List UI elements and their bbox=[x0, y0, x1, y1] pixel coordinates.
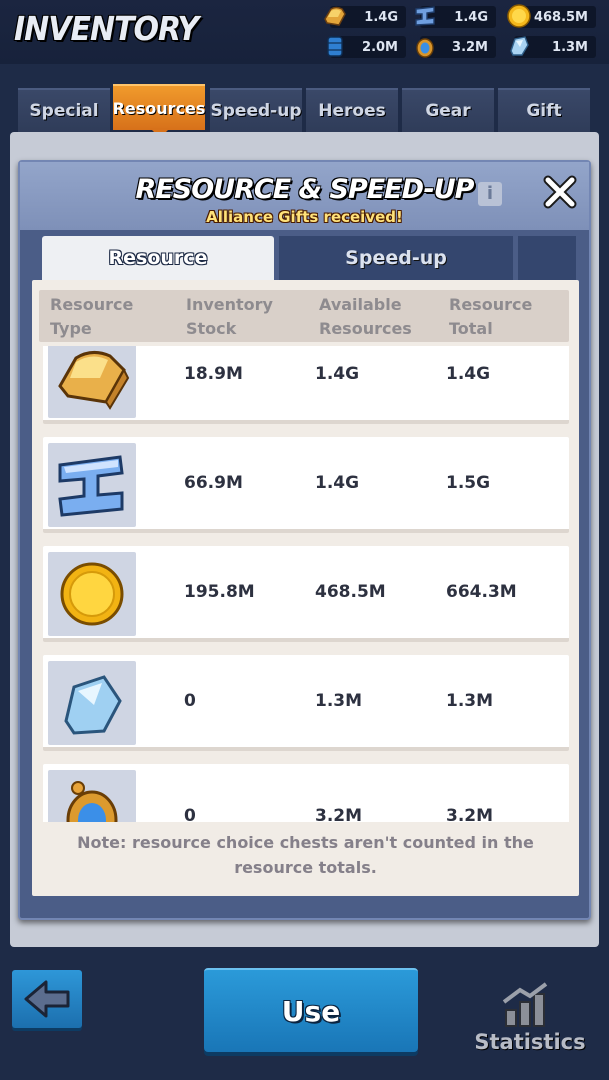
table-row[interactable]: 66.9M 1.4G 1.5G bbox=[43, 437, 569, 533]
modal-subtitle: Alliance Gifts received! bbox=[206, 208, 403, 226]
inventory-stock-value: 0 bbox=[184, 806, 196, 822]
subtab-speed-up[interactable]: Speed-up bbox=[279, 236, 513, 280]
barrel-icon bbox=[327, 36, 343, 57]
resource-chip-food[interactable]: 1.4G bbox=[324, 6, 406, 28]
info-icon[interactable]: i bbox=[478, 182, 502, 206]
gem-amulet-icon bbox=[66, 781, 118, 822]
gem-amulet-icon bbox=[416, 38, 434, 58]
iron-icon bbox=[415, 6, 435, 26]
resource-chip-gem[interactable]: 3.2M bbox=[416, 36, 496, 58]
page-title: INVENTORY bbox=[14, 10, 199, 49]
coin-icon bbox=[507, 4, 531, 28]
arrow-left-icon bbox=[24, 980, 70, 1018]
inventory-stock-value: 0 bbox=[184, 691, 196, 711]
table-row[interactable]: 0 1.3M 1.3M bbox=[43, 655, 569, 751]
available-resources-value: 1.3M bbox=[315, 691, 363, 711]
tab-gift[interactable]: Gift bbox=[498, 88, 590, 132]
resource-value: 468.5M bbox=[533, 9, 588, 25]
ore-icon bbox=[64, 675, 122, 735]
resource-value: 1.3M bbox=[552, 39, 588, 55]
statistics-label: Statistics bbox=[474, 1030, 586, 1054]
statistics-icon bbox=[502, 982, 548, 1027]
resource-table-panel: Resource Type Inventory Stock Available … bbox=[32, 280, 579, 896]
subtab-resource[interactable]: Resource bbox=[42, 236, 274, 280]
modal-title: RESOURCE & SPEED-UP bbox=[135, 174, 475, 205]
resource-value: 3.2M bbox=[452, 39, 488, 55]
inventory-stock-value: 66.9M bbox=[184, 473, 243, 493]
column-header-resource-total: Resource Total bbox=[449, 295, 533, 338]
inventory-stock-value: 18.9M bbox=[184, 364, 243, 384]
top-bar: INVENTORY 1.4G 1.4G 468.5M 2.0M 3.2M 1.3… bbox=[0, 0, 609, 64]
category-tabs: Special Resources Speed-up Heroes Gear G… bbox=[0, 84, 609, 134]
bread-icon bbox=[324, 6, 346, 26]
column-header-inventory-stock: Inventory Stock bbox=[186, 295, 273, 338]
row-icon-box bbox=[48, 346, 136, 418]
ore-icon bbox=[510, 36, 529, 56]
table-header: Resource Type Inventory Stock Available … bbox=[39, 290, 569, 342]
row-icon-box bbox=[48, 443, 136, 527]
bread-icon bbox=[58, 351, 130, 410]
table-rows[interactable]: 18.9M 1.4G 1.4G 66.9M 1.4G 1.5G 195.8M 4… bbox=[43, 346, 569, 822]
tab-speed-up[interactable]: Speed-up bbox=[210, 88, 302, 132]
statistics-button[interactable]: Statistics bbox=[470, 980, 590, 1060]
resource-chip-iron[interactable]: 1.4G bbox=[415, 6, 496, 28]
resource-value: 2.0M bbox=[362, 39, 398, 55]
tab-special[interactable]: Special bbox=[18, 88, 110, 132]
footnote: Note: resource choice chests aren't coun… bbox=[77, 833, 534, 877]
column-header-available-resources: Available Resources bbox=[319, 295, 412, 338]
table-row[interactable]: 195.8M 468.5M 664.3M bbox=[43, 546, 569, 642]
column-header-resource-type: Resource Type bbox=[50, 295, 134, 338]
modal-header: RESOURCE & SPEED-UP Alliance Gifts recei… bbox=[20, 162, 589, 230]
resource-chip-coin[interactable]: 468.5M bbox=[507, 4, 596, 28]
resource-chip-ore[interactable]: 1.3M bbox=[510, 36, 596, 58]
resource-total-value: 664.3M bbox=[446, 582, 517, 602]
available-resources-value: 3.2M bbox=[315, 806, 363, 822]
coin-icon bbox=[60, 562, 124, 626]
iron-icon bbox=[58, 455, 124, 517]
resource-total-value: 1.3M bbox=[446, 691, 494, 711]
subtab-more[interactable] bbox=[518, 236, 576, 280]
tab-resources[interactable]: Resources bbox=[113, 84, 205, 130]
close-icon[interactable] bbox=[540, 172, 580, 212]
resource-speedup-modal: RESOURCE & SPEED-UP Alliance Gifts recei… bbox=[18, 160, 591, 920]
use-button[interactable]: Use bbox=[204, 968, 418, 1052]
tab-gear[interactable]: Gear bbox=[402, 88, 494, 132]
available-resources-value: 1.4G bbox=[315, 364, 360, 384]
resource-total-value: 3.2M bbox=[446, 806, 494, 822]
row-icon-box bbox=[48, 661, 136, 745]
resource-chip-oil[interactable]: 2.0M bbox=[327, 36, 406, 58]
inventory-stock-value: 195.8M bbox=[184, 582, 255, 602]
resource-total-value: 1.5G bbox=[446, 473, 491, 493]
resource-value: 1.4G bbox=[364, 9, 398, 25]
row-icon-box bbox=[48, 552, 136, 636]
table-row[interactable]: 18.9M 1.4G 1.4G bbox=[43, 346, 569, 424]
row-icon-box bbox=[48, 770, 136, 822]
table-row[interactable]: 0 3.2M 3.2M bbox=[43, 764, 569, 822]
available-resources-value: 1.4G bbox=[315, 473, 360, 493]
back-button[interactable] bbox=[12, 970, 82, 1028]
tab-heroes[interactable]: Heroes bbox=[306, 88, 398, 132]
available-resources-value: 468.5M bbox=[315, 582, 386, 602]
resource-value: 1.4G bbox=[454, 9, 488, 25]
resource-total-value: 1.4G bbox=[446, 364, 491, 384]
